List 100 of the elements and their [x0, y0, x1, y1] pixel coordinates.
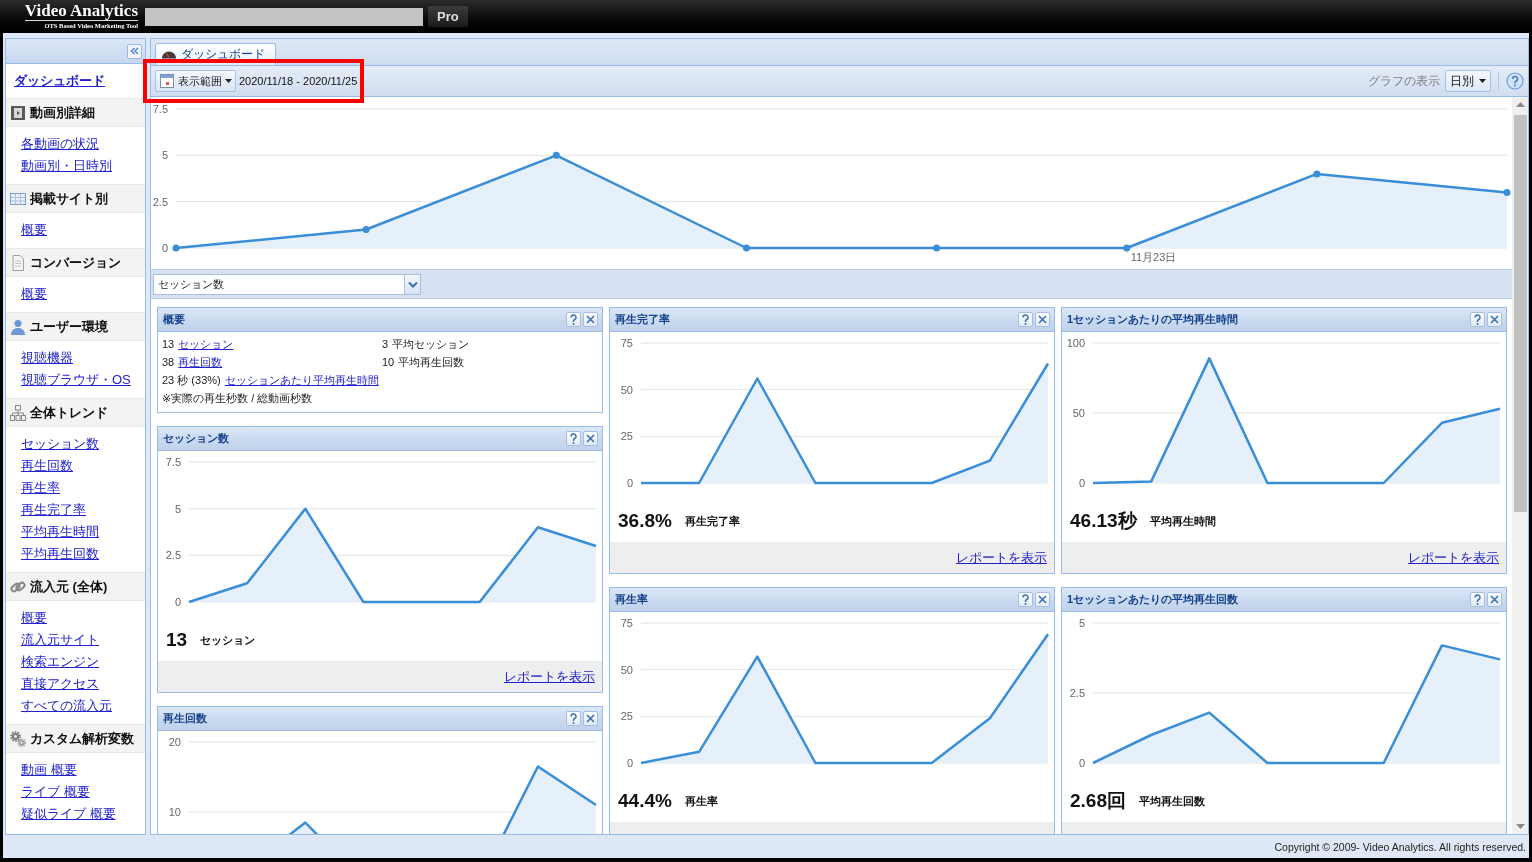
sidebar-link[interactable]: 再生率 [21, 477, 60, 499]
question-mark-icon [569, 713, 578, 724]
report-link[interactable]: レポートを表示 [504, 667, 595, 686]
help-button[interactable] [1470, 592, 1485, 607]
axis-label: 25 [620, 430, 633, 443]
stat-link[interactable]: セッションあたり平均再生時間 [224, 372, 379, 388]
question-mark-icon [1473, 594, 1482, 605]
axis-label: 75 [620, 617, 633, 629]
sidebar-link[interactable]: 再生完了率 [21, 499, 86, 521]
close-button[interactable] [583, 312, 598, 327]
sidebar-link[interactable]: ライブ 概要 [21, 781, 90, 803]
hierarchy-icon [10, 404, 26, 421]
panel-title: 再生率 [615, 592, 649, 607]
axis-label: 2.5 [165, 549, 181, 562]
help-button[interactable] [1018, 312, 1033, 327]
interval-dropdown[interactable]: 日別 [1445, 70, 1491, 92]
close-button[interactable] [1487, 312, 1502, 327]
question-mark-icon [1021, 594, 1030, 605]
edition-badge: Pro [428, 6, 468, 27]
double-chevron-icon [130, 47, 139, 55]
axis-label: 0 [626, 757, 633, 769]
sidebar-link[interactable]: 視聴ブラウザ・OS [21, 369, 131, 391]
close-icon [1038, 595, 1047, 604]
metric-value: 2.68回 [1070, 789, 1126, 813]
axis-label: 25 [620, 710, 633, 723]
dropdown-arrow-button[interactable] [404, 274, 420, 294]
close-icon [1038, 315, 1047, 324]
sidebar-link[interactable]: 概要 [21, 607, 47, 629]
scrollbar-thumb[interactable] [1513, 115, 1527, 512]
axis-label: 0 [1078, 477, 1085, 489]
graph-display-label: グラフの表示 [1368, 72, 1440, 90]
question-mark-icon [1473, 314, 1482, 325]
stat-label: 平均再生回数 [398, 354, 465, 370]
user-icon [10, 318, 26, 335]
video-frame-icon [10, 104, 26, 121]
section-title: 全体トレンド [30, 403, 108, 422]
close-button[interactable] [1487, 592, 1502, 607]
up-arrow-icon[interactable] [1515, 102, 1525, 107]
help-button[interactable] [566, 312, 581, 327]
axis-label: 2.5 [1069, 687, 1085, 699]
axis-label: 0 [626, 477, 633, 489]
close-button[interactable] [1035, 592, 1050, 607]
sidebar-link[interactable]: 疑似ライブ 概要 [21, 803, 116, 825]
caret-icon [225, 79, 232, 83]
report-link[interactable]: レポートを表示 [1408, 548, 1499, 567]
sidebar-link[interactable]: 流入元サイト [21, 629, 99, 651]
panel-title: 再生回数 [163, 711, 208, 726]
close-icon [586, 714, 595, 723]
metric-dropdown[interactable]: セッション数 [153, 273, 421, 295]
sidebar-link[interactable]: 視聴機器 [21, 347, 73, 369]
metric-value: 46.13秒 [1070, 509, 1137, 533]
sidebar-link[interactable]: すべての流入元 [21, 695, 112, 717]
range-button[interactable]: 表示範囲 [155, 70, 236, 92]
sidebar-link[interactable]: 動画 概要 [21, 759, 77, 781]
close-button[interactable] [583, 711, 598, 726]
sidebar-link[interactable]: 各動画の状況 [21, 133, 99, 155]
help-button[interactable] [566, 431, 581, 446]
axis-label: 50 [620, 663, 633, 676]
section-title: カスタム解析変数 [30, 729, 134, 748]
sidebar-link[interactable]: 概要 [21, 283, 47, 305]
sidebar-link[interactable]: セッション数 [21, 433, 99, 455]
axis-label: 50 [620, 383, 633, 396]
sidebar-link[interactable]: 平均再生回数 [21, 543, 99, 565]
question-mark-icon [569, 314, 578, 325]
metric-label: 再生完了率 [684, 513, 740, 529]
stat-link[interactable]: 再生回数 [178, 354, 223, 370]
close-icon [1490, 595, 1499, 604]
chevron-down-icon [407, 280, 418, 288]
copyright-text: Copyright © 2009- Video Analytics. All rights reserved. [1274, 840, 1526, 853]
close-button[interactable] [583, 431, 598, 446]
footnote: ※実際の再生秒数 / 総動画秒数 [162, 391, 314, 406]
down-arrow-icon[interactable] [1515, 824, 1525, 829]
sidebar-link[interactable]: ダッシュボード [14, 72, 105, 90]
axis-label: 0 [174, 596, 181, 608]
sidebar-link[interactable]: 検索エンジン [21, 651, 99, 673]
sidebar-link[interactable]: 動画別・日時別 [21, 155, 112, 177]
help-button[interactable] [566, 711, 581, 726]
stat-label: 平均セッション [392, 336, 470, 352]
axis-label: 2.5 [152, 195, 168, 208]
axis-label: 100 [1066, 337, 1085, 349]
metric-label: 平均再生回数 [1139, 793, 1205, 809]
sidebar-link[interactable]: 概要 [21, 219, 47, 241]
sidebar-link[interactable]: 直接アクセス [21, 673, 99, 695]
stat-link[interactable]: セッション [178, 336, 234, 352]
caret-icon [1479, 79, 1486, 83]
sidebar-link[interactable]: 再生回数 [21, 455, 73, 477]
panel-title: 概要 [163, 312, 186, 327]
axis-label: 5 [161, 149, 168, 162]
axis-label: 7.5 [165, 456, 181, 468]
metric-label: 再生率 [684, 793, 718, 809]
help-icon[interactable] [1506, 72, 1524, 90]
sidebar-link[interactable]: 平均再生時間 [21, 521, 99, 543]
report-link[interactable]: レポートを表示 [956, 548, 1047, 567]
axis-label: 50 [1072, 407, 1085, 419]
help-button[interactable] [1470, 312, 1485, 327]
collapse-button[interactable] [127, 43, 142, 59]
axis-label: 11月23日 [1130, 251, 1177, 263]
close-button[interactable] [1035, 312, 1050, 327]
stat-value: 23 秒 (33%) [162, 372, 221, 388]
help-button[interactable] [1018, 592, 1033, 607]
